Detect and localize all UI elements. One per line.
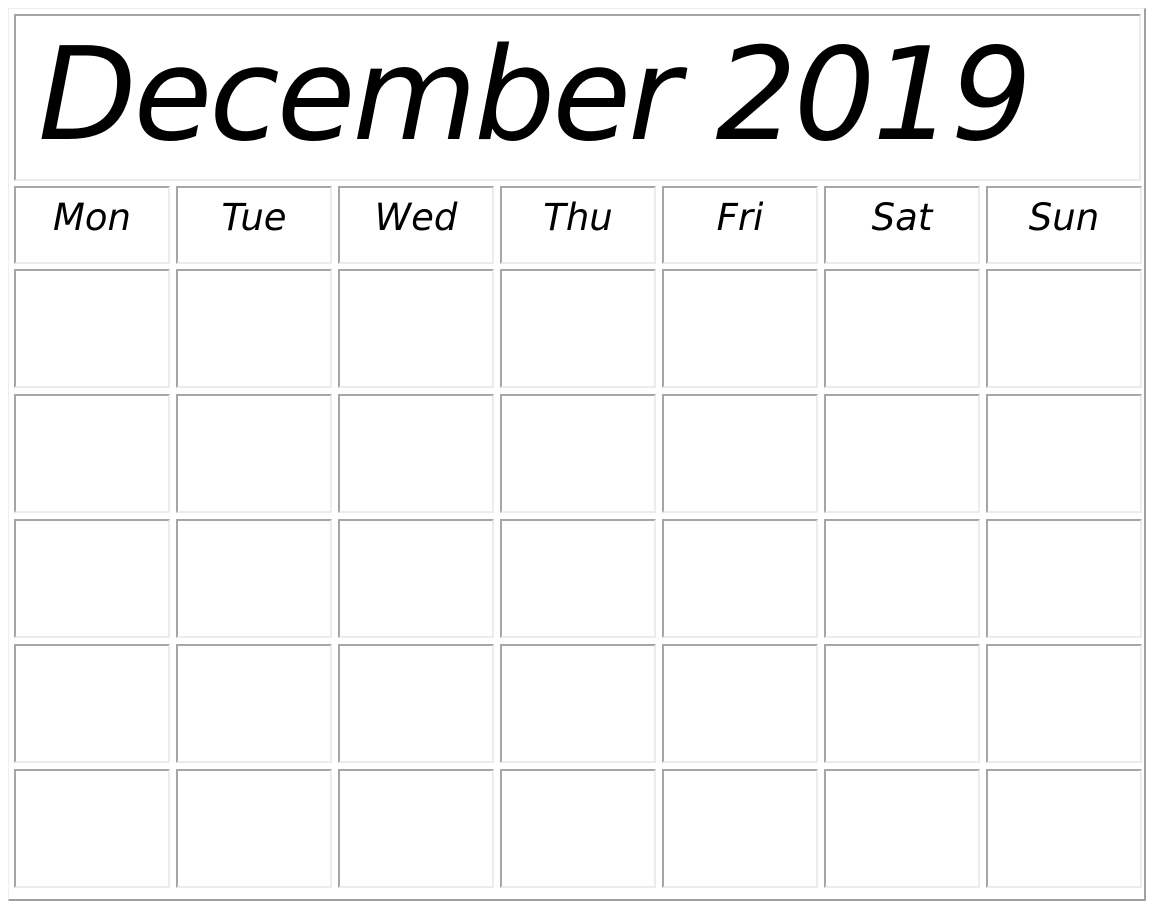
weekday-header-wed: Wed: [338, 186, 494, 264]
date-cell[interactable]: [14, 519, 170, 638]
weekday-label: Fri: [716, 195, 764, 239]
date-cell[interactable]: [986, 269, 1142, 388]
date-cell[interactable]: [662, 644, 818, 763]
calendar-table: December 2019 Mon Tue Wed Thu Fri Sat Sun: [8, 8, 1146, 901]
date-cell[interactable]: [176, 269, 332, 388]
date-cell[interactable]: [176, 394, 332, 513]
date-cell[interactable]: [824, 394, 980, 513]
date-cell[interactable]: [176, 519, 332, 638]
weekday-header-sun: Sun: [986, 186, 1142, 264]
date-cell[interactable]: [986, 769, 1142, 888]
date-cell[interactable]: [986, 644, 1142, 763]
weekday-header-mon: Mon: [14, 186, 170, 264]
date-cell[interactable]: [14, 769, 170, 888]
date-cell[interactable]: [824, 269, 980, 388]
weekday-label: Thu: [543, 195, 613, 239]
date-cell[interactable]: [338, 769, 494, 888]
date-cell[interactable]: [662, 519, 818, 638]
date-cell[interactable]: [500, 644, 656, 763]
weekday-header-fri: Fri: [662, 186, 818, 264]
weekday-label: Mon: [52, 195, 131, 239]
weekday-header-tue: Tue: [176, 186, 332, 264]
date-cell[interactable]: [14, 269, 170, 388]
date-cell[interactable]: [500, 394, 656, 513]
date-cell[interactable]: [338, 269, 494, 388]
date-cell[interactable]: [338, 394, 494, 513]
date-cell[interactable]: [176, 644, 332, 763]
date-cell[interactable]: [500, 769, 656, 888]
date-cell[interactable]: [14, 394, 170, 513]
date-cell[interactable]: [662, 269, 818, 388]
calendar-title: December 2019: [38, 21, 1032, 170]
weekday-label: Wed: [374, 195, 458, 239]
weekday-label: Sun: [1028, 195, 1100, 239]
date-cell[interactable]: [338, 519, 494, 638]
calendar-title-cell: December 2019: [14, 14, 1141, 181]
weekday-label: Tue: [221, 195, 287, 239]
date-cell[interactable]: [662, 394, 818, 513]
weekday-label: Sat: [871, 195, 933, 239]
date-cell[interactable]: [986, 394, 1142, 513]
date-cell[interactable]: [500, 519, 656, 638]
date-cell[interactable]: [14, 644, 170, 763]
weekday-header-sat: Sat: [824, 186, 980, 264]
date-cell[interactable]: [986, 519, 1142, 638]
date-cell[interactable]: [338, 644, 494, 763]
weekday-header-thu: Thu: [500, 186, 656, 264]
date-cell[interactable]: [176, 769, 332, 888]
date-cell[interactable]: [824, 769, 980, 888]
date-cell[interactable]: [662, 769, 818, 888]
date-cell[interactable]: [824, 519, 980, 638]
date-cell[interactable]: [824, 644, 980, 763]
date-cell[interactable]: [500, 269, 656, 388]
